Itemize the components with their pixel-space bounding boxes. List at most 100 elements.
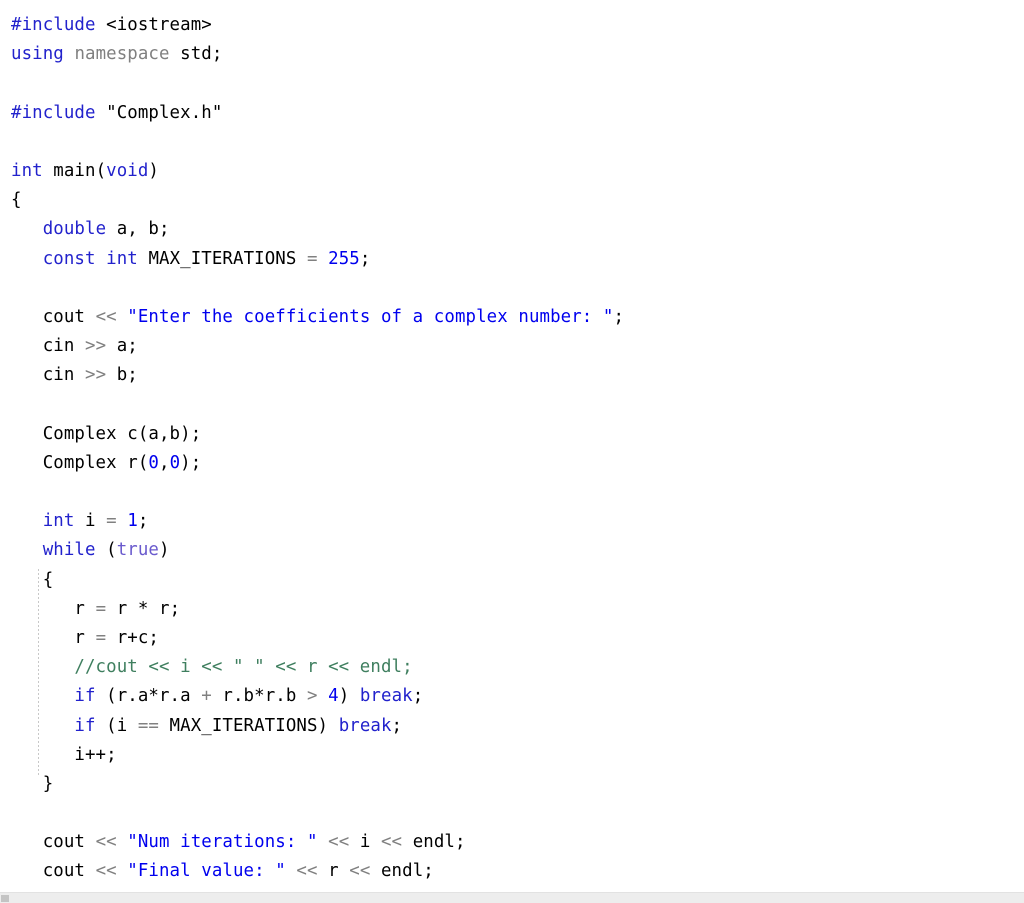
- code-token-kw: using: [11, 44, 64, 65]
- code-token-kw: if: [74, 715, 96, 736]
- code-token-plain: MAX_ITERATIONS): [158, 715, 339, 736]
- code-line: cin >> a;: [11, 332, 1024, 361]
- code-token-kw: void: [106, 160, 149, 181]
- code-token-kw: break: [359, 686, 413, 707]
- code-token-plain: {: [11, 190, 22, 211]
- code-token-plain: "Complex.h": [106, 102, 223, 123]
- code-token-plain: <iostream>: [106, 15, 212, 35]
- code-token-plain: ): [159, 540, 170, 561]
- code-line: Complex r(0,0);: [11, 449, 1024, 478]
- code-token-plain: r+c;: [106, 627, 159, 648]
- code-token-plain: (r.a*r.a: [95, 686, 202, 707]
- code-line: {: [11, 186, 1024, 215]
- code-token-plain: cin: [11, 336, 85, 357]
- code-token-op: +: [201, 686, 212, 707]
- code-token-plain: r: [317, 861, 350, 882]
- code-line: //cout << i << " " << r << endl;: [11, 653, 1024, 682]
- code-text-area[interactable]: #include <iostream> using namespace std; …: [0, 0, 1024, 903]
- code-token-plain: );: [180, 452, 202, 473]
- code-token-op: <<: [296, 861, 318, 882]
- code-line: while (true): [11, 536, 1024, 565]
- code-token-plain: ;: [412, 686, 424, 707]
- code-token-plain: i++;: [11, 744, 117, 765]
- code-line: double a, b;: [11, 215, 1024, 244]
- code-token-bool: true: [116, 540, 159, 561]
- code-token-plain: r;: [148, 598, 181, 619]
- code-token-plain: r: [106, 598, 138, 619]
- code-token-plain: main(: [42, 160, 107, 181]
- horizontal-scrollbar-thumb[interactable]: [1, 895, 9, 902]
- code-token-gray: namespace: [74, 44, 170, 65]
- code-line: cout << "Num iterations: " << i << endl;: [11, 828, 1024, 857]
- code-token-num: 255: [328, 248, 360, 269]
- code-token-num: 4: [328, 686, 339, 707]
- code-token-plain: ;: [359, 248, 371, 269]
- code-line: {: [11, 566, 1024, 595]
- code-token-pre: #include: [11, 15, 96, 35]
- code-token-plain: cout: [11, 306, 96, 327]
- code-token-cmt: //cout << i << " " << r << endl;: [11, 657, 413, 678]
- code-token-num: 1: [127, 511, 138, 532]
- code-token-plain: ;: [391, 715, 403, 736]
- code-token-num: 0: [169, 452, 181, 473]
- code-token-plain: cin: [11, 365, 85, 386]
- horizontal-scrollbar[interactable]: [0, 892, 1024, 903]
- code-line: Complex c(a,b);: [11, 420, 1024, 449]
- code-token-op: <<: [380, 832, 403, 853]
- code-token-op: <<: [328, 832, 350, 853]
- code-token-plain: *: [137, 598, 149, 619]
- code-token-op: >: [306, 686, 318, 707]
- code-token-op: =: [95, 598, 107, 619]
- code-token-plain: {: [11, 569, 54, 590]
- code-line: if (r.a*r.a + r.b*r.b > 4) break;: [11, 682, 1024, 711]
- code-line: if (i == MAX_ITERATIONS) break;: [11, 712, 1024, 741]
- code-token-op: =: [307, 248, 318, 269]
- code-token-plain: cout: [11, 861, 96, 882]
- code-token-kw: break: [338, 715, 392, 736]
- code-token-plain: ;: [137, 511, 149, 532]
- code-token-op: <<: [95, 832, 117, 853]
- code-token-kw: int: [42, 511, 75, 532]
- code-line: r = r * r;: [11, 595, 1024, 624]
- code-token-plain: MAX_ITERATIONS: [137, 248, 307, 269]
- code-token-plain: cout: [11, 832, 96, 853]
- code-token-plain: a, b;: [106, 219, 170, 240]
- code-token-plain: endl;: [402, 832, 466, 853]
- code-token-plain: (: [95, 540, 117, 561]
- code-token-plain: r: [11, 598, 96, 619]
- code-line: cout << "Enter the coefficients of a com…: [11, 303, 1024, 332]
- code-token-plain: i: [349, 832, 381, 853]
- code-token-plain: ,: [159, 452, 170, 473]
- code-token-plain: r: [11, 627, 96, 648]
- code-token-plain: b;: [106, 365, 138, 386]
- code-token-plain: endl;: [370, 861, 434, 882]
- code-token-op: <<: [95, 306, 117, 327]
- code-token-plain: }: [11, 773, 54, 794]
- code-token-kw: const: [42, 248, 96, 269]
- code-line: #include "Complex.h": [11, 99, 1024, 128]
- code-token-op: =: [95, 627, 107, 648]
- code-line: const int MAX_ITERATIONS = 255;: [11, 245, 1024, 274]
- code-line: int i = 1;: [11, 507, 1024, 536]
- indent-guide: [38, 569, 39, 775]
- code-editor[interactable]: #include <iostream> using namespace std; …: [0, 0, 1024, 903]
- code-line: using namespace std;: [11, 40, 1024, 69]
- code-token-op: >>: [85, 365, 107, 386]
- code-line: r = r+c;: [11, 624, 1024, 653]
- code-line: cout << "Final value: " << r << endl;: [11, 857, 1024, 886]
- code-line: int main(void): [11, 157, 1024, 186]
